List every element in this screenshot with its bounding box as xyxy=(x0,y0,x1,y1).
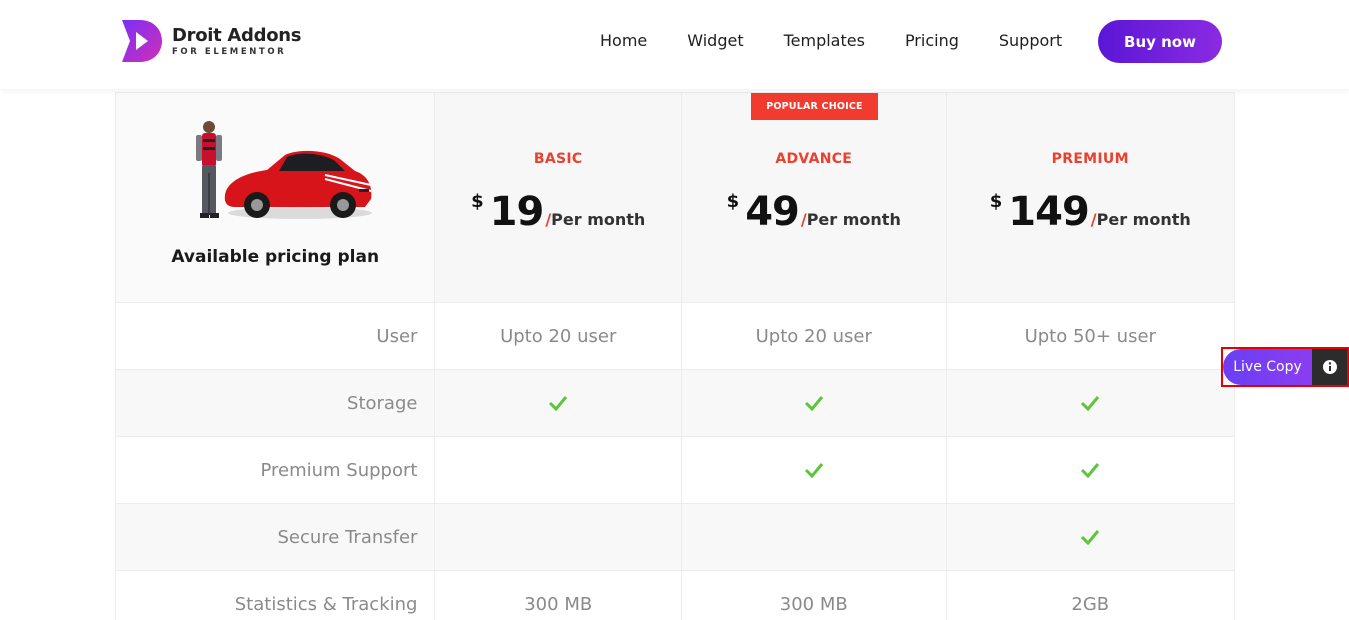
feature-row-user: User Upto 20 user Upto 20 user Upto 50+ … xyxy=(116,303,1234,370)
period-text: Per month xyxy=(551,209,646,229)
nav-pricing[interactable]: Pricing xyxy=(905,31,959,50)
feature-value: Upto 20 user xyxy=(755,325,872,347)
price-period: /Per month xyxy=(800,209,901,229)
plan-price: $ 149 /Per month xyxy=(990,189,1191,235)
plan-price: $ 49 /Per month xyxy=(727,189,901,235)
plan-name: ADVANCE xyxy=(775,150,853,167)
price-period: /Per month xyxy=(545,209,646,229)
feature-value: Upto 50+ user xyxy=(1024,325,1156,347)
nav-widget[interactable]: Widget xyxy=(687,31,743,50)
currency-symbol: $ xyxy=(989,190,1003,212)
plan-basic-header: BASIC $ 19 /Per month xyxy=(435,93,682,302)
info-icon xyxy=(1322,360,1337,374)
price-amount: 149 xyxy=(1008,188,1089,235)
period-text: Per month xyxy=(806,209,901,229)
popular-choice-badge: POPULAR CHOICE xyxy=(750,93,878,120)
plan-price: $ 19 /Per month xyxy=(471,189,645,235)
feature-value: 2GB xyxy=(1071,593,1110,615)
feature-value: Upto 20 user xyxy=(500,325,617,347)
site-header: Droit Addons FOR ELEMENTOR Home Widget T… xyxy=(0,0,1349,89)
price-period: /Per month xyxy=(1090,209,1191,229)
live-copy-info-button[interactable] xyxy=(1312,349,1347,385)
live-copy-button[interactable]: Live Copy xyxy=(1223,349,1312,385)
empty-cell xyxy=(435,437,682,503)
brand-title: Droit Addons xyxy=(172,25,302,46)
currency-symbol: $ xyxy=(726,190,740,212)
feature-label: Storage xyxy=(116,370,436,436)
period-text: Per month xyxy=(1096,209,1191,229)
main-nav: Home Widget Templates Pricing Support xyxy=(600,31,1102,50)
plan-name: BASIC xyxy=(533,150,583,167)
available-plan-label: Available pricing plan xyxy=(171,246,380,267)
plan-premium-header: PREMIUM $ 149 /Per month xyxy=(947,93,1234,302)
plan-advance-header: POPULAR CHOICE ADVANCE $ 49 /Per month xyxy=(682,93,947,302)
brand-subtitle: FOR ELEMENTOR xyxy=(172,47,287,57)
check-icon xyxy=(804,396,823,411)
feature-label: Statistics & Tracking xyxy=(116,571,436,620)
price-amount: 19 xyxy=(489,188,545,235)
feature-row-storage: Storage xyxy=(116,370,1234,437)
nav-support[interactable]: Support xyxy=(999,31,1062,50)
pricing-intro-cell: Available pricing plan xyxy=(116,93,436,302)
empty-cell xyxy=(682,504,947,570)
check-icon xyxy=(804,463,823,478)
plan-name: PREMIUM xyxy=(1051,150,1129,167)
feature-label: User xyxy=(116,303,436,369)
feature-row-secure-transfer: Secure Transfer xyxy=(116,504,1234,571)
nav-templates[interactable]: Templates xyxy=(784,31,865,50)
check-icon xyxy=(1081,396,1100,411)
feature-label: Secure Transfer xyxy=(116,504,436,570)
empty-cell xyxy=(435,504,682,570)
feature-row-statistics: Statistics & Tracking 300 MB 300 MB 2GB xyxy=(116,571,1234,620)
buy-now-button[interactable]: Buy now xyxy=(1098,20,1222,63)
nav-home[interactable]: Home xyxy=(600,31,647,50)
car-mechanic-illustration xyxy=(196,120,373,219)
currency-symbol: $ xyxy=(471,190,484,212)
check-icon xyxy=(549,396,568,411)
feature-value: 300 MB xyxy=(779,593,848,615)
live-copy-widget: Live Copy xyxy=(1221,347,1349,387)
feature-label: Premium Support xyxy=(116,437,436,503)
droit-logo-icon xyxy=(122,20,162,62)
pricing-table: Available pricing plan BASIC $ 19 /Per m… xyxy=(115,92,1235,620)
brand-logo[interactable]: Droit Addons FOR ELEMENTOR xyxy=(120,18,302,64)
pricing-header-row: Available pricing plan BASIC $ 19 /Per m… xyxy=(116,93,1234,303)
feature-value: 300 MB xyxy=(524,593,593,615)
feature-row-premium-support: Premium Support xyxy=(116,437,1234,504)
price-amount: 49 xyxy=(745,188,800,235)
check-icon xyxy=(1081,463,1100,478)
check-icon xyxy=(1081,530,1100,545)
